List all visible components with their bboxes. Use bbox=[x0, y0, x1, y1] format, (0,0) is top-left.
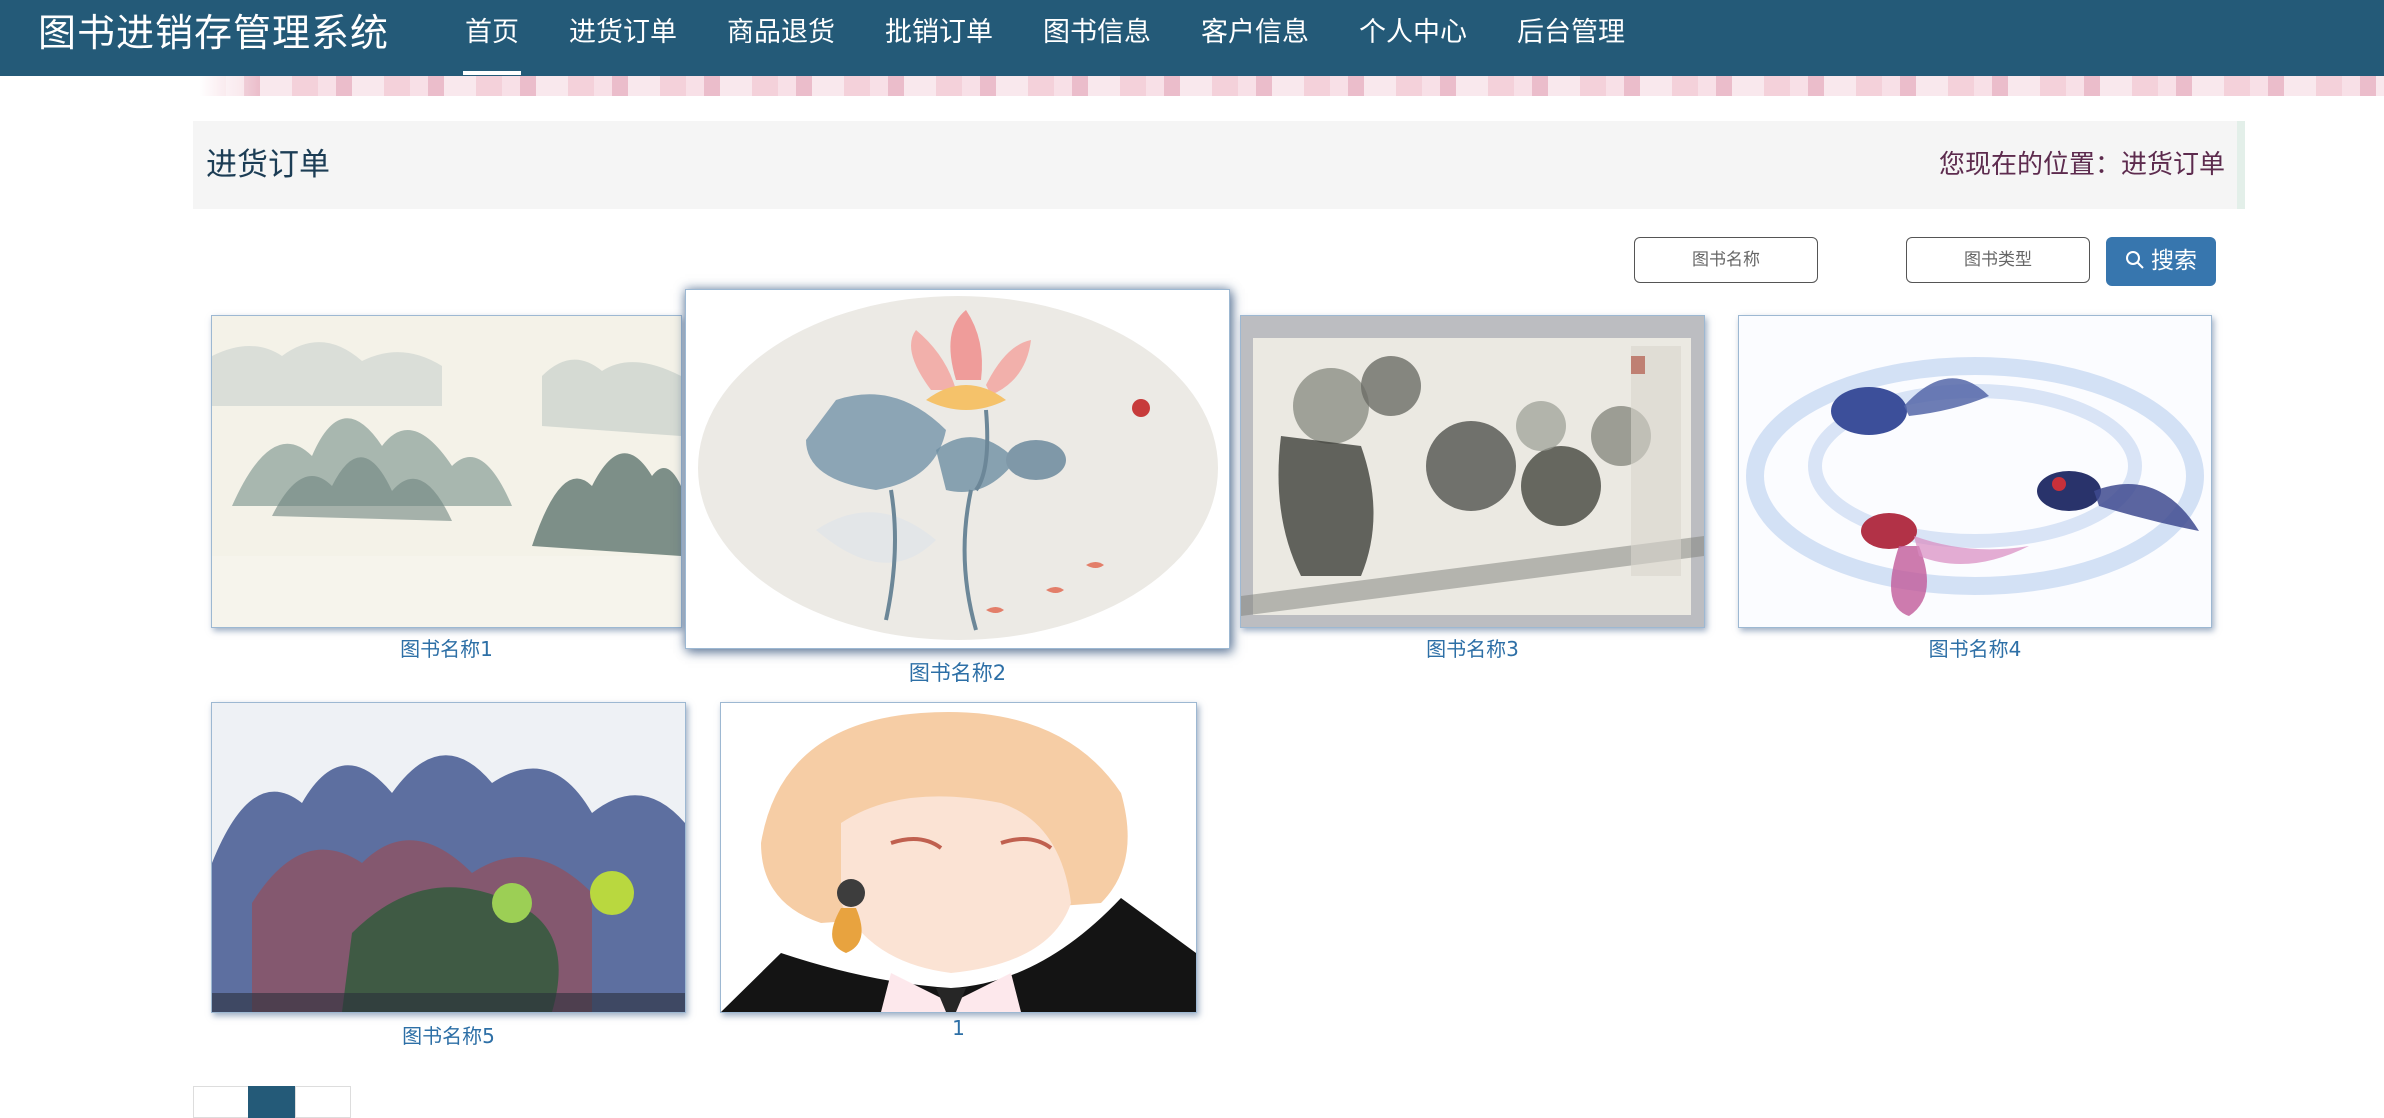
nav-customer-info[interactable]: 客户信息 bbox=[1176, 0, 1334, 66]
nav-purchase-orders[interactable]: 进货订单 bbox=[544, 0, 702, 66]
anime-portrait-image[interactable] bbox=[720, 702, 1197, 1013]
book-caption[interactable]: 图书名称5 bbox=[211, 1020, 686, 1049]
next-page-button[interactable] bbox=[295, 1086, 351, 1118]
page-title: 进货订单 bbox=[206, 147, 330, 183]
book-card[interactable]: 图书名称2 bbox=[685, 289, 1230, 689]
nav-personal-center[interactable]: 个人中心 bbox=[1334, 0, 1492, 66]
book-name-search-input[interactable] bbox=[1634, 237, 1818, 283]
banner-strip bbox=[200, 76, 2384, 96]
book-caption[interactable]: 图书名称2 bbox=[685, 657, 1230, 687]
pagination bbox=[193, 1086, 351, 1118]
book-card[interactable]: 1 bbox=[720, 702, 1197, 1052]
book-card[interactable]: 图书名称3 bbox=[1240, 315, 1705, 665]
top-navbar: 图书进销存管理系统 首页 进货订单 商品退货 批销订单 图书信息 客户信息 个人… bbox=[0, 0, 2384, 76]
nav-book-info[interactable]: 图书信息 bbox=[1018, 0, 1176, 66]
book-card[interactable]: 图书名称5 bbox=[211, 702, 686, 1052]
search-button[interactable]: 搜索 bbox=[2106, 237, 2216, 286]
breadcrumb: 您现在的位置：进货订单 bbox=[1938, 150, 2225, 180]
prev-page-button[interactable] bbox=[193, 1086, 249, 1118]
nav-admin[interactable]: 后台管理 bbox=[1492, 0, 1650, 66]
book-caption[interactable]: 图书名称3 bbox=[1240, 633, 1705, 662]
book-caption[interactable]: 图书名称1 bbox=[211, 633, 682, 662]
nav-returns[interactable]: 商品退货 bbox=[702, 0, 860, 66]
goldfish-image[interactable] bbox=[1738, 315, 2212, 628]
main-nav: 首页 进货订单 商品退货 批销订单 图书信息 客户信息 个人中心 后台管理 bbox=[440, 0, 1650, 76]
mountain-village-image[interactable] bbox=[211, 702, 686, 1013]
page-header: 进货订单 您现在的位置：进货订单 bbox=[193, 121, 2245, 209]
chrysanthemum-vase-image[interactable] bbox=[1240, 315, 1705, 628]
landscape-mist-image[interactable] bbox=[211, 315, 682, 628]
book-card[interactable]: 图书名称1 bbox=[211, 315, 682, 665]
lotus-image[interactable] bbox=[685, 289, 1230, 649]
book-caption[interactable]: 图书名称4 bbox=[1738, 633, 2212, 662]
nav-wholesale-orders[interactable]: 批销订单 bbox=[860, 0, 1018, 66]
book-card[interactable]: 图书名称4 bbox=[1738, 315, 2212, 665]
search-button-label: 搜索 bbox=[2151, 248, 2197, 274]
current-page-button[interactable] bbox=[248, 1086, 296, 1118]
nav-home[interactable]: 首页 bbox=[440, 0, 544, 75]
search-icon bbox=[2126, 250, 2144, 269]
app-title[interactable]: 图书进销存管理系统 bbox=[38, 0, 389, 66]
book-caption[interactable]: 1 bbox=[720, 1016, 1197, 1040]
book-type-search-input[interactable] bbox=[1906, 237, 2090, 283]
